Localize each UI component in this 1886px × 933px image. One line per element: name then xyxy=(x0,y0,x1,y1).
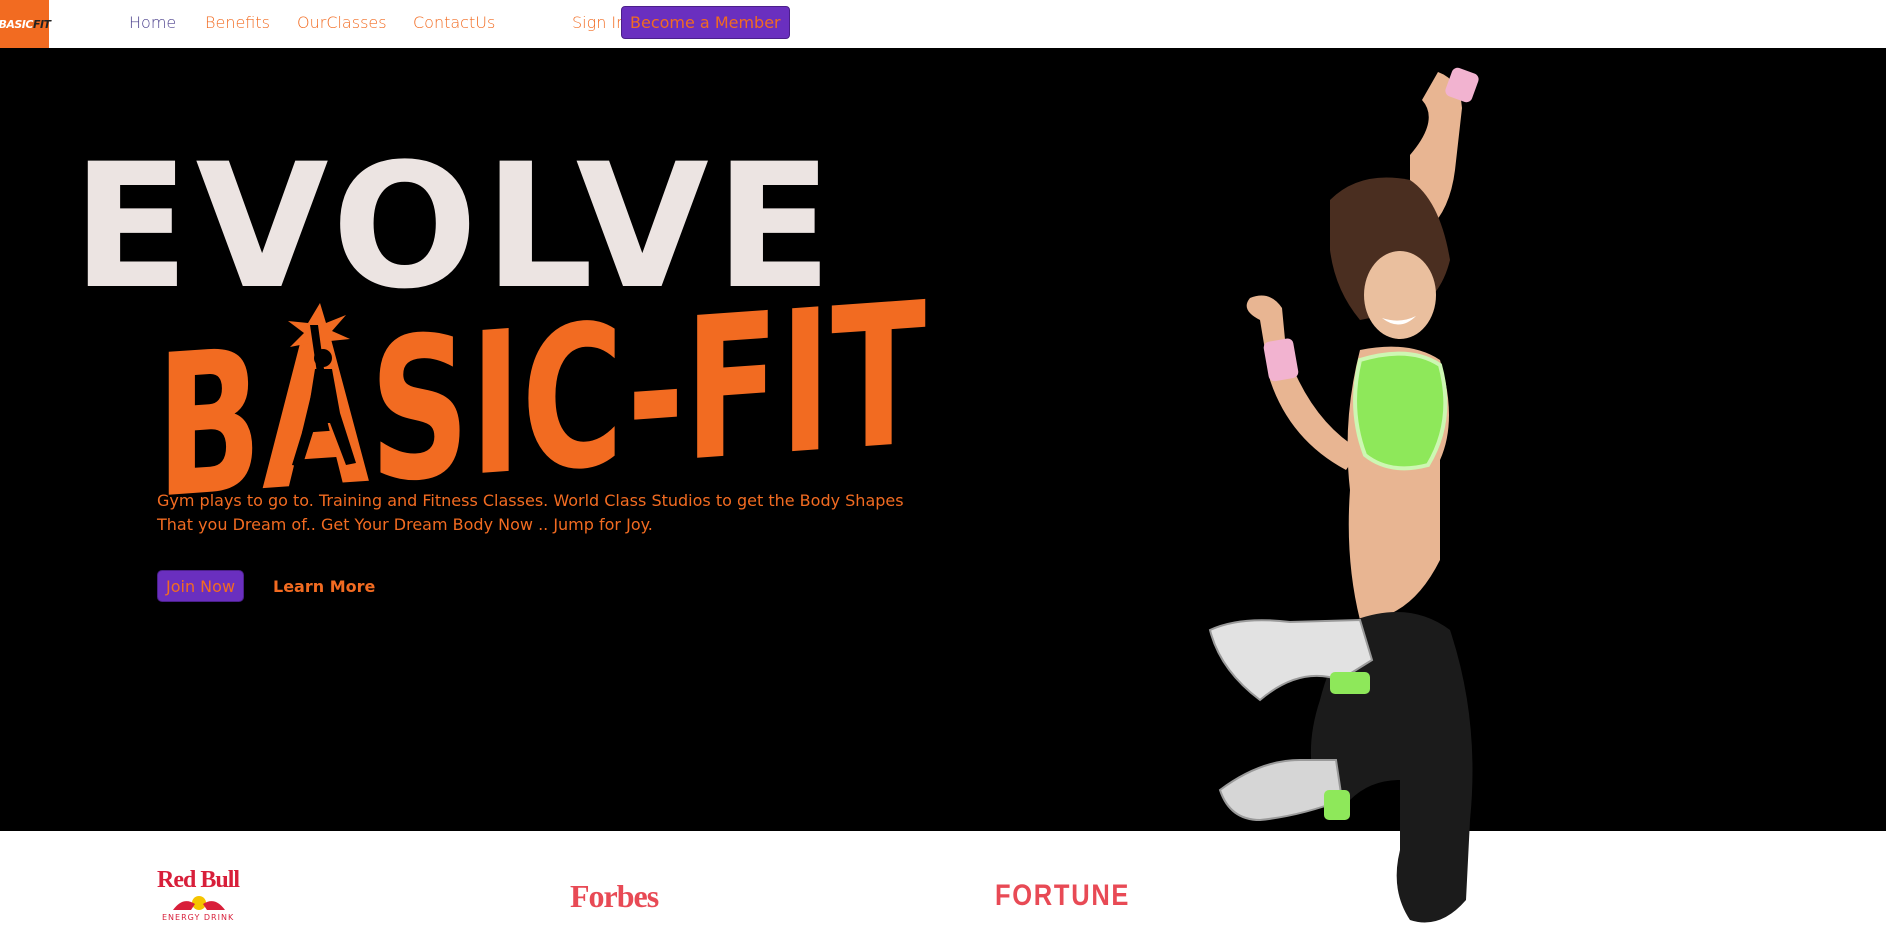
sponsors-strip xyxy=(0,831,1886,929)
redbull-title: Red Bull xyxy=(157,867,240,893)
nav-link-contact-us[interactable]: ContactUs xyxy=(413,13,495,32)
brand-wordmark-graphic: BASIC-FIT xyxy=(156,261,926,543)
nav-link-our-classes[interactable]: OurClasses xyxy=(297,13,387,32)
nav-link-home[interactable]: Home xyxy=(129,13,176,32)
brand-wordmark: BASIC-FIT xyxy=(150,261,940,543)
join-now-button[interactable]: Join Now xyxy=(157,570,245,602)
become-member-button[interactable]: Become a Member xyxy=(621,6,790,39)
hero-description: Gym plays to go to. Training and Fitness… xyxy=(157,491,904,534)
brand-wordmark-text: BASIC-FIT xyxy=(156,263,926,523)
learn-more-link[interactable]: Learn More xyxy=(273,577,375,596)
hero-section: EVOLVE BASIC-FIT Gym plays to go to. Tra… xyxy=(0,48,1886,831)
logo-text: BASICFIT xyxy=(0,17,51,31)
sponsor-forbes-logo: Forbes xyxy=(570,878,659,914)
nav-link-benefits[interactable]: Benefits xyxy=(205,13,270,32)
hero-photo-jumping-woman xyxy=(1110,60,1590,929)
sponsor-redbull-logo: Red Bull ENERGY DRINK xyxy=(157,868,252,922)
sign-in-link[interactable]: Sign In xyxy=(572,13,626,32)
sponsor-fortune-logo: FORTUNE xyxy=(995,879,1131,912)
hero-photo-graphic xyxy=(1208,67,1479,923)
redbull-subtitle: ENERGY DRINK xyxy=(162,913,235,922)
brand-logo[interactable]: BASICFIT xyxy=(0,0,51,48)
top-navbar: BASICFIT Home Benefits OurClasses Contac… xyxy=(0,0,1886,48)
redbull-bulls-icon xyxy=(173,896,225,910)
